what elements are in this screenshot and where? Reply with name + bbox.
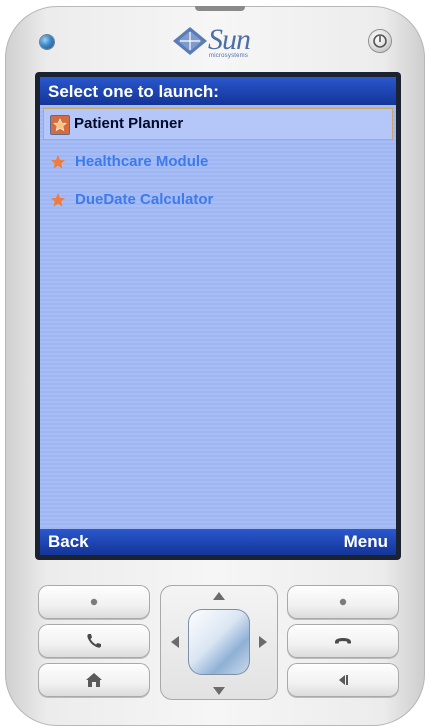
dot-icon — [90, 598, 98, 606]
clear-back-button[interactable] — [287, 663, 399, 697]
list-item-patient-planner[interactable]: Patient Planner — [43, 108, 393, 140]
screen-title: Select one to launch: — [48, 82, 219, 101]
back-arrow-icon — [339, 675, 348, 685]
list-item-healthcare-module[interactable]: Healthcare Module — [40, 147, 396, 177]
softkey-bar: Back Menu — [40, 529, 396, 555]
sun-diamond-icon — [173, 27, 207, 55]
list-item-duedate-calculator[interactable]: DueDate Calculator — [40, 185, 396, 215]
home-icon — [86, 673, 102, 687]
phone-call-icon — [87, 634, 101, 648]
select-button[interactable] — [188, 609, 250, 675]
brand-logo: Sun microsystems — [172, 22, 272, 62]
right-arrow-icon[interactable] — [258, 635, 268, 649]
back-softkey[interactable]: Back — [48, 532, 89, 552]
list-item-label: DueDate Calculator — [75, 191, 214, 208]
menu-softkey[interactable]: Menu — [344, 532, 388, 552]
speaker-grille — [195, 6, 245, 11]
star-icon — [50, 115, 70, 135]
end-call-button[interactable] — [287, 624, 399, 658]
directional-pad[interactable] — [160, 585, 278, 700]
down-arrow-icon[interactable] — [212, 686, 226, 696]
hang-up-icon — [335, 638, 351, 644]
left-arrow-icon[interactable] — [170, 635, 180, 649]
power-button[interactable] — [369, 30, 391, 52]
list-item-label: Patient Planner — [74, 115, 184, 132]
home-button[interactable] — [38, 663, 150, 697]
device-screen: Select one to launch: Patient Planner He… — [40, 77, 396, 555]
up-arrow-icon[interactable] — [212, 591, 226, 601]
star-icon — [51, 155, 65, 169]
brand-subtitle: microsystems — [209, 53, 249, 59]
status-led-icon — [40, 35, 54, 49]
dot-icon — [339, 598, 347, 606]
left-softkey-button[interactable] — [38, 585, 150, 619]
list-item-label: Healthcare Module — [75, 153, 209, 170]
call-button[interactable] — [38, 624, 150, 658]
right-softkey-button[interactable] — [287, 585, 399, 619]
screen-title-bar: Select one to launch: — [40, 77, 396, 105]
star-icon — [51, 193, 65, 207]
power-icon — [373, 34, 387, 48]
